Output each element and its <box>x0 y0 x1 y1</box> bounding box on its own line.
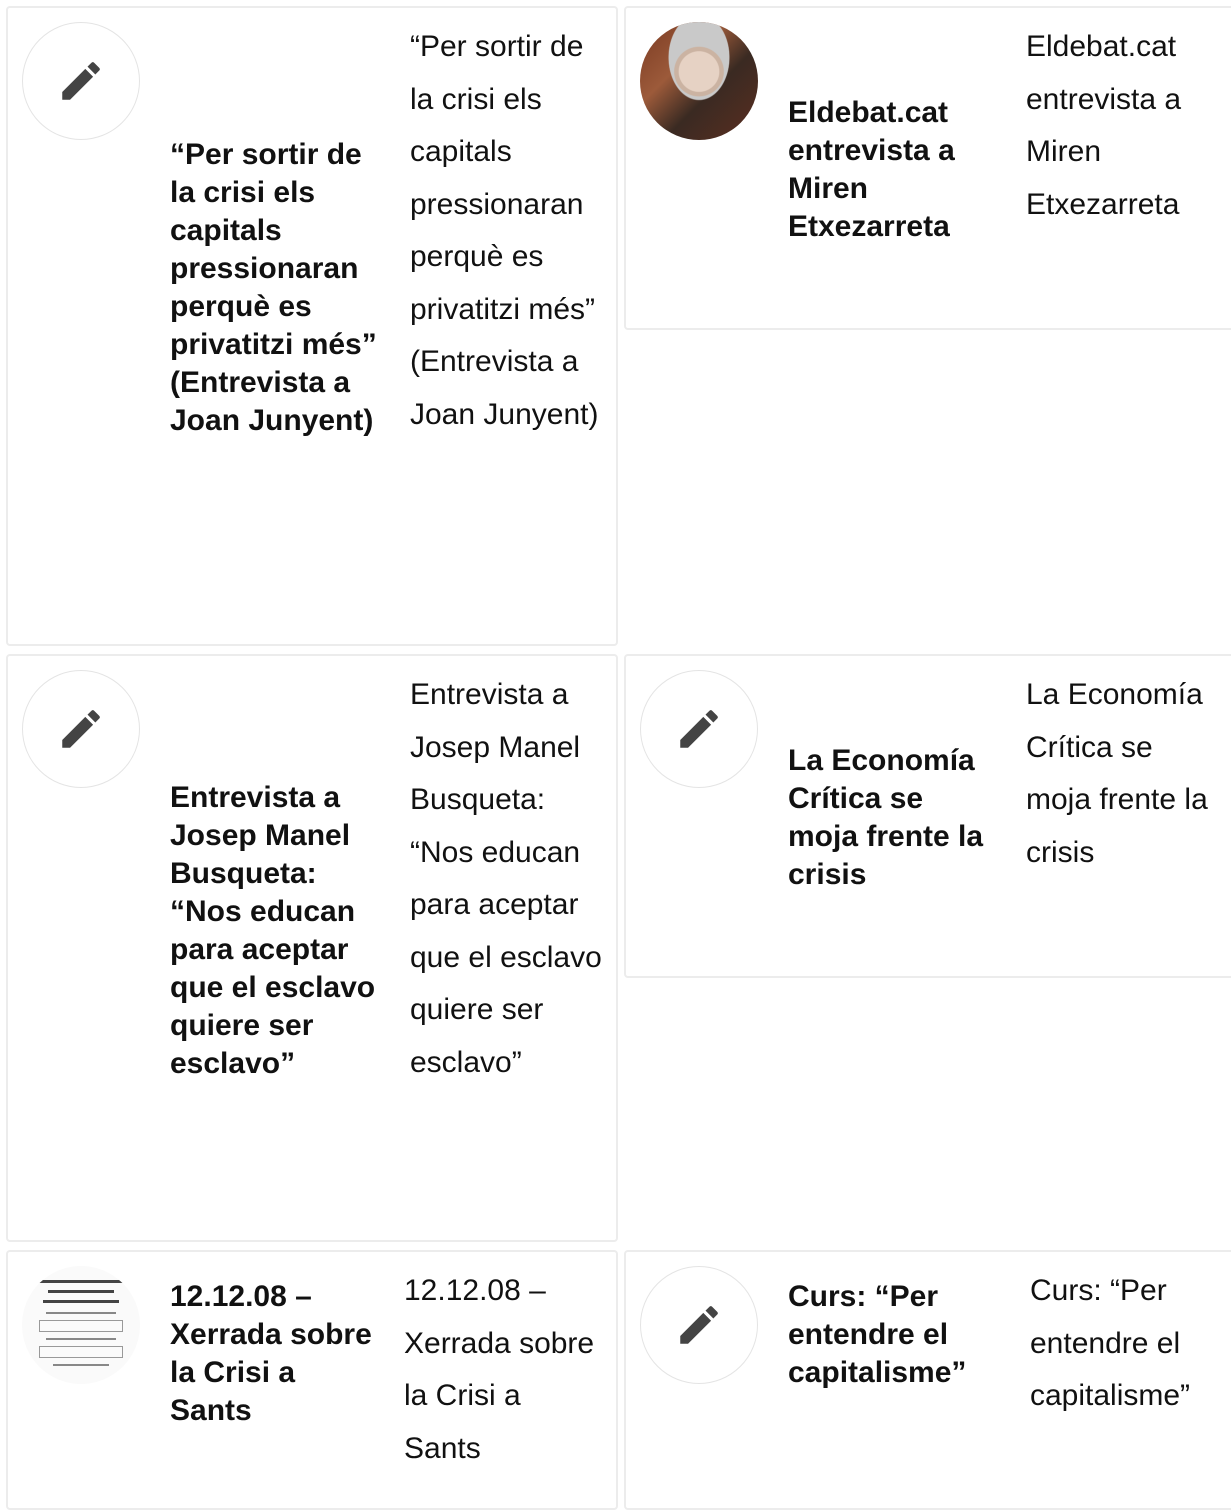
post-excerpt: Curs: “Per entendre el capitalisme” <box>1030 1274 1191 1412</box>
post-title[interactable]: 12.12.08 – Xerrada sobre la Crisi a Sant… <box>170 1278 382 1430</box>
post-excerpt: Eldebat.cat entrevista a Miren Etxezarre… <box>1026 30 1182 221</box>
post-card[interactable]: La Economía Crítica se moja frente la cr… <box>624 654 1231 978</box>
post-avatar[interactable] <box>640 22 758 140</box>
poster-thumbnail <box>22 1266 140 1384</box>
post-avatar[interactable] <box>640 1266 758 1384</box>
post-avatar[interactable] <box>22 670 140 788</box>
pencil-icon <box>680 1306 718 1344</box>
pencil-icon <box>680 710 718 748</box>
post-avatar[interactable] <box>22 1266 140 1384</box>
pencil-icon <box>62 62 100 100</box>
post-excerpt: La Economía Crítica se moja frente la cr… <box>1026 678 1208 869</box>
post-title[interactable]: Entrevista a Josep Manel Busqueta: “Nos … <box>170 779 382 1083</box>
post-card[interactable]: Curs: “Per entendre el capitalisme” Curs… <box>624 1250 1231 1510</box>
post-excerpt: Entrevista a Josep Manel Busqueta: “Nos … <box>410 678 602 1079</box>
post-title[interactable]: Curs: “Per entendre el capitalisme” <box>788 1278 988 1392</box>
post-card[interactable]: Eldebat.cat entrevista a Miren Etxezarre… <box>624 6 1231 330</box>
post-card[interactable]: “Per sortir de la crisi els capitals pre… <box>6 6 618 646</box>
portrait-photo <box>640 22 758 140</box>
post-avatar[interactable] <box>640 670 758 788</box>
post-title[interactable]: Eldebat.cat entrevista a Miren Etxezarre… <box>788 94 988 246</box>
post-card[interactable]: 12.12.08 – Xerrada sobre la Crisi a Sant… <box>6 1250 618 1510</box>
post-excerpt: “Per sortir de la crisi els capitals pre… <box>410 30 599 431</box>
post-avatar[interactable] <box>22 22 140 140</box>
pencil-icon <box>62 710 100 748</box>
post-title[interactable]: “Per sortir de la crisi els capitals pre… <box>170 136 382 440</box>
post-title[interactable]: La Economía Crítica se moja frente la cr… <box>788 742 993 894</box>
post-card[interactable]: Entrevista a Josep Manel Busqueta: “Nos … <box>6 654 618 1242</box>
post-excerpt: 12.12.08 – Xerrada sobre la Crisi a Sant… <box>404 1274 595 1465</box>
